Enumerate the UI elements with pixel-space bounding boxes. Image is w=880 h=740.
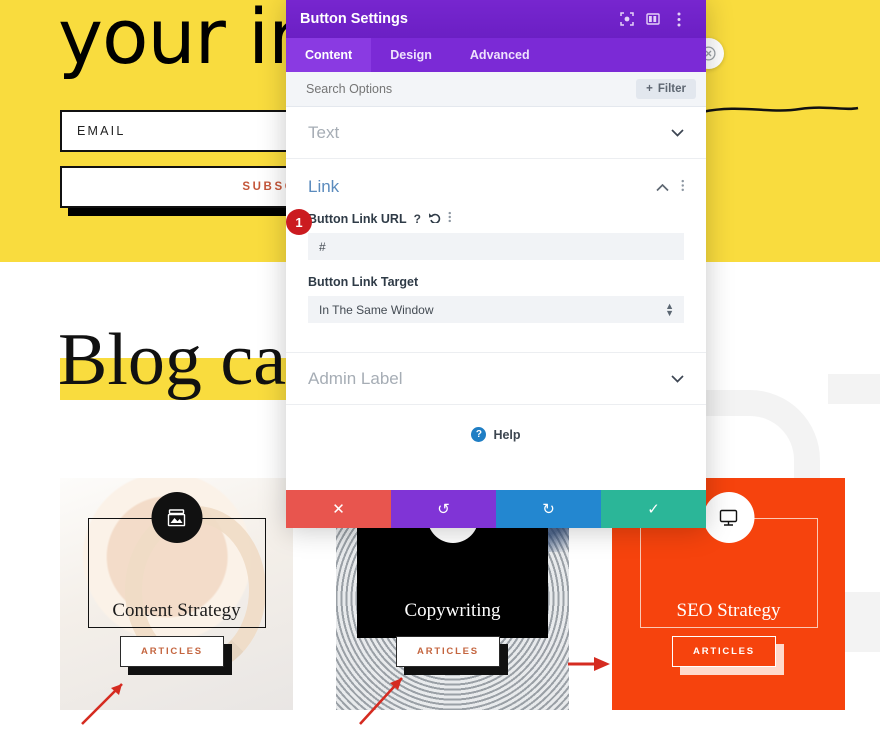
question-mark-icon: ? [471, 427, 487, 442]
button-link-target-select[interactable] [308, 296, 684, 323]
section-options-icon[interactable] [681, 179, 685, 195]
card-title: Copywriting [404, 600, 501, 621]
modal-title: Button Settings [300, 11, 408, 27]
field-button-link-target: Button Link Target ▲▼ [308, 275, 684, 323]
field-label-row: Button Link URL ? [308, 211, 684, 226]
undo-icon[interactable] [428, 212, 441, 226]
chevron-up-icon[interactable] [655, 180, 669, 195]
section-link-title: Link [308, 177, 340, 196]
chevron-down-icon [671, 371, 684, 386]
focus-target-icon[interactable] [614, 6, 640, 32]
articles-button[interactable]: ARTICLES [672, 636, 776, 667]
question-mark-icon[interactable]: ? [414, 212, 421, 226]
modal-body: Text Link Button Link URL ? # Button Lin… [286, 107, 706, 490]
tab-design[interactable]: Design [371, 38, 451, 72]
search-bar: + Filter [286, 72, 706, 107]
modal-tabs: Content Design Advanced [286, 38, 706, 72]
section-admin-label-title: Admin Label [308, 368, 403, 388]
section-link-header[interactable]: Link [308, 177, 684, 197]
button-link-url-label: Button Link URL [308, 211, 407, 226]
help-link[interactable]: ? Help [286, 405, 706, 464]
card-title: SEO Strategy [676, 600, 781, 621]
button-link-url-input[interactable] [308, 233, 684, 260]
field-options-icon[interactable] [448, 211, 452, 226]
section-text-title: Text [308, 122, 340, 142]
annotation-arrow-3 [568, 657, 610, 671]
section-admin-label[interactable]: Admin Label [286, 353, 706, 405]
monitor-icon [703, 492, 754, 543]
redo-button[interactable]: ↻ [496, 490, 601, 528]
section-link: Link Button Link URL ? # Button Link Tar… [286, 159, 706, 353]
search-input[interactable] [306, 82, 637, 96]
decorative-rect-top [828, 374, 880, 404]
tab-advanced[interactable]: Advanced [451, 38, 549, 72]
filter-button[interactable]: + Filter [636, 79, 696, 99]
modal-header: Button Settings [286, 0, 706, 38]
annotation-marker-1: 1 [286, 209, 312, 235]
annotation-arrow-1 [81, 683, 123, 725]
modal-footer: ✕ ↺ ↻ ✓ [286, 490, 706, 528]
section-text[interactable]: Text [286, 107, 706, 159]
overflow-menu-icon[interactable] [666, 6, 692, 32]
button-link-target-label-row: Button Link Target [308, 275, 684, 289]
undo-button[interactable]: ↺ [391, 490, 496, 528]
save-button[interactable]: ✓ [601, 490, 706, 528]
button-settings-modal: Button Settings Content Design Advanced … [286, 0, 706, 528]
cancel-button[interactable]: ✕ [286, 490, 391, 528]
filter-label: Filter [657, 83, 686, 95]
tab-content[interactable]: Content [286, 38, 372, 72]
squiggle-underline [701, 106, 859, 114]
field-button-link-url: Button Link URL ? [308, 211, 684, 260]
plus-icon: + [646, 83, 653, 95]
blog-heading: Blog ca [58, 319, 287, 401]
annotation-arrow-2 [359, 677, 403, 725]
button-link-target-label: Button Link Target [308, 275, 419, 289]
layout-columns-icon[interactable] [640, 6, 666, 32]
card-content-strategy[interactable]: Content Strategy ARTICLES [60, 478, 293, 710]
image-box-icon [151, 492, 202, 543]
articles-button[interactable]: ARTICLES [120, 636, 224, 667]
chevron-down-icon [671, 125, 684, 140]
help-label: Help [493, 427, 521, 442]
card-title: Content Strategy [112, 600, 241, 621]
button-link-target-select-wrap: ▲▼ [308, 296, 684, 323]
articles-button[interactable]: ARTICLES [396, 636, 500, 667]
